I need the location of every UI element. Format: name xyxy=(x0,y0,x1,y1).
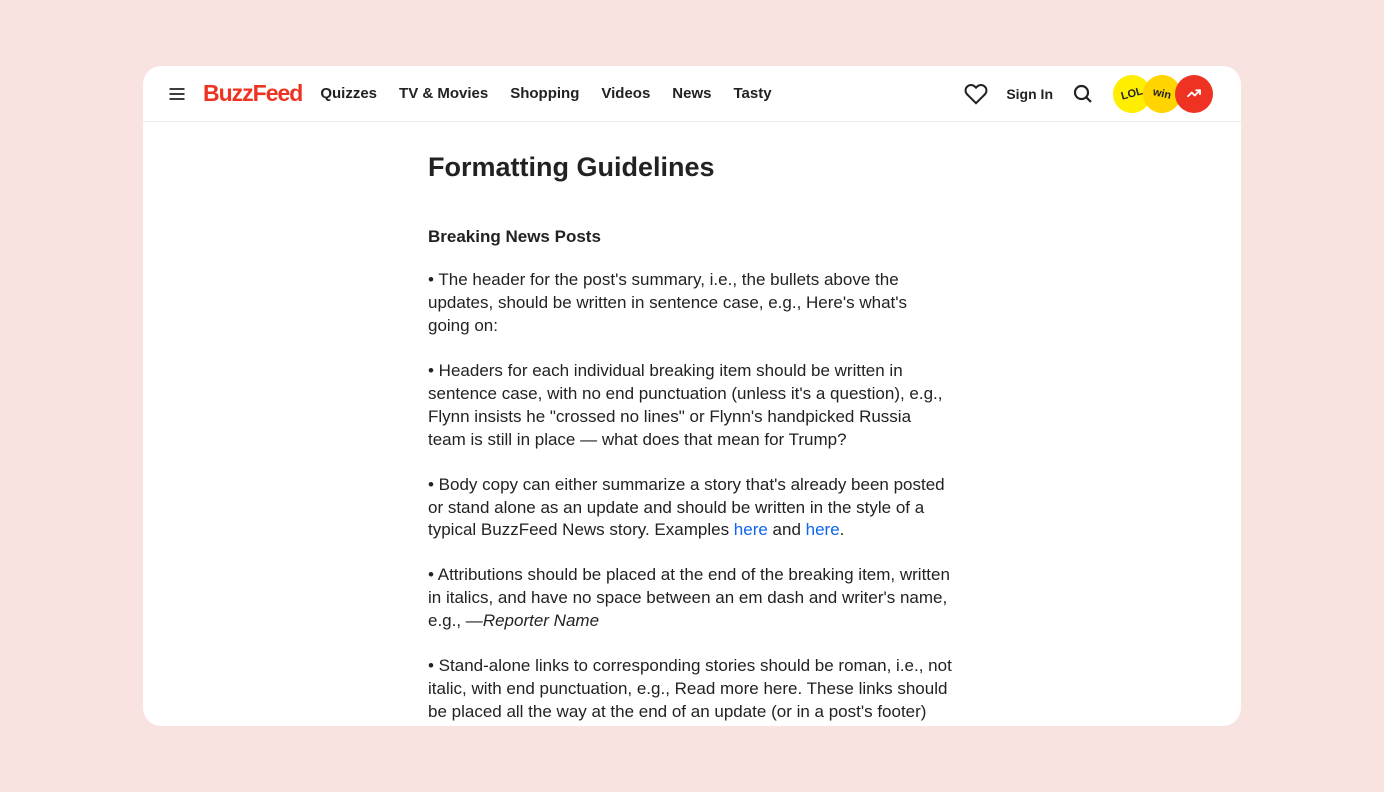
bullet-4-reporter-name: Reporter Name xyxy=(483,611,599,630)
lol-badge-label: LOL xyxy=(1120,85,1144,102)
nav-tv-movies[interactable]: TV & Movies xyxy=(399,85,488,102)
hamburger-icon xyxy=(167,84,187,104)
win-badge-label: win xyxy=(1152,86,1172,102)
trending-arrow-icon xyxy=(1185,85,1203,103)
page-card: BuzzFeed Quizzes TV & Movies Shopping Vi… xyxy=(143,66,1241,726)
sign-in-link[interactable]: Sign In xyxy=(1006,86,1053,102)
bullet-5: • Stand-alone links to corresponding sto… xyxy=(428,655,952,726)
wishlist-button[interactable] xyxy=(964,82,988,106)
section-heading: Breaking News Posts xyxy=(428,227,952,247)
bullet-1: • The header for the post's summary, i.e… xyxy=(428,269,952,338)
bullet-4: • Attributions should be placed at the e… xyxy=(428,564,952,633)
page-title: Formatting Guidelines xyxy=(428,152,952,183)
article: Formatting Guidelines Breaking News Post… xyxy=(428,152,952,726)
heart-icon xyxy=(964,82,988,106)
bullet-5-after: after xyxy=(428,725,462,726)
nav-videos[interactable]: Videos xyxy=(601,85,650,102)
header-right: Sign In LOL win xyxy=(964,75,1217,113)
trending-badge[interactable] xyxy=(1175,75,1213,113)
reaction-badges: LOL win xyxy=(1113,75,1217,113)
example-link-2[interactable]: here xyxy=(806,520,840,539)
bullet-3: • Body copy can either summarize a story… xyxy=(428,474,952,543)
nav-tasty[interactable]: Tasty xyxy=(733,85,771,102)
brand-logo[interactable]: BuzzFeed xyxy=(203,80,302,107)
primary-nav: Quizzes TV & Movies Shopping Videos News… xyxy=(320,85,771,102)
search-icon xyxy=(1071,82,1095,106)
nav-news[interactable]: News xyxy=(672,85,711,102)
bullet-3-text-c: . xyxy=(840,520,845,539)
example-link-1[interactable]: here xyxy=(734,520,768,539)
bullet-3-text-b: and xyxy=(768,520,806,539)
bullet-3-text-a: • Body copy can either summarize a story… xyxy=(428,475,945,540)
brand-logo-text: BuzzFeed xyxy=(203,80,302,107)
bullet-5-text-b: a byline. xyxy=(462,725,530,726)
nav-quizzes[interactable]: Quizzes xyxy=(320,85,377,102)
nav-shopping[interactable]: Shopping xyxy=(510,85,579,102)
bullet-5-text-a: • Stand-alone links to corresponding sto… xyxy=(428,656,952,721)
search-button[interactable] xyxy=(1071,82,1095,106)
content-area: Formatting Guidelines Breaking News Post… xyxy=(143,122,1241,726)
site-header: BuzzFeed Quizzes TV & Movies Shopping Vi… xyxy=(143,66,1241,122)
bullet-2: • Headers for each individual breaking i… xyxy=(428,360,952,452)
menu-button[interactable] xyxy=(155,72,199,116)
